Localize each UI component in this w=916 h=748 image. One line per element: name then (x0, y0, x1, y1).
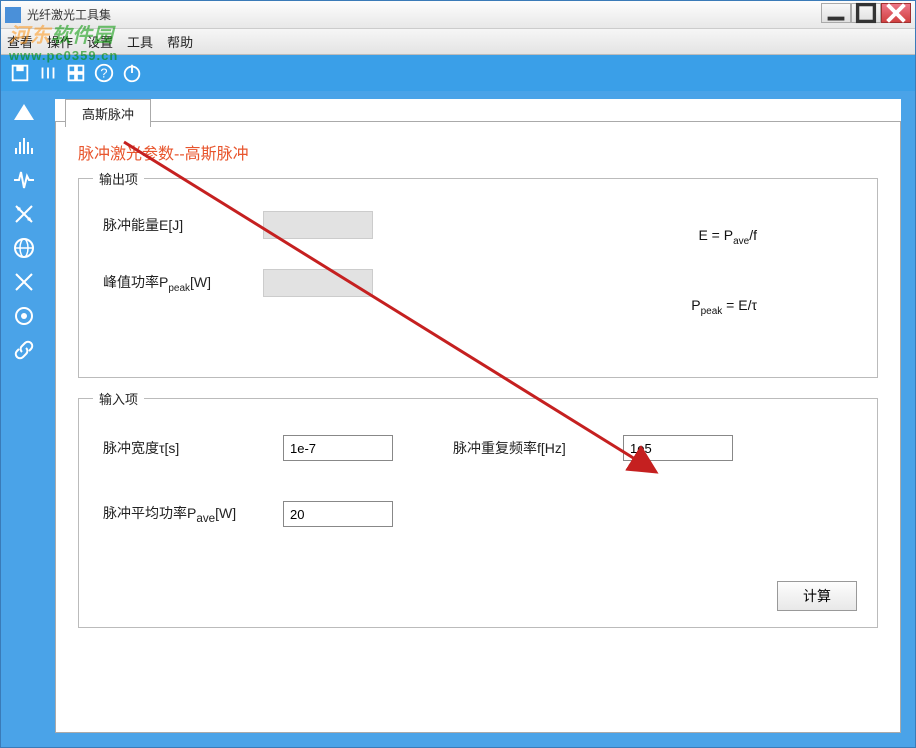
side-spectrum-button[interactable] (8, 131, 40, 161)
side-globe-button[interactable] (8, 233, 40, 263)
link-icon (12, 338, 36, 362)
output-fieldset: 输出项 脉冲能量E[J] E = Pave/f 峰值功率Ppeak[W] (78, 178, 878, 378)
menu-help[interactable]: 帮助 (167, 32, 193, 51)
tool-save-button[interactable] (7, 60, 33, 86)
maximize-icon (852, 0, 880, 27)
menu-tools[interactable]: 工具 (127, 32, 153, 51)
tool-help-button[interactable]: ? (91, 60, 117, 86)
side-triangle-button[interactable] (8, 97, 40, 127)
side-pulse-button[interactable] (8, 165, 40, 195)
help-icon: ? (93, 62, 115, 84)
expand-icon (12, 270, 36, 294)
tool-bars-button[interactable] (35, 60, 61, 86)
rep-freq-label: 脉冲重复频率f[Hz] (453, 438, 623, 458)
menubar: 查看 操作 设置 工具 帮助 (1, 29, 915, 55)
side-target-button[interactable] (8, 301, 40, 331)
calculate-button[interactable]: 计算 (777, 581, 857, 611)
input-legend: 输入项 (93, 389, 144, 408)
rep-freq-input[interactable] (623, 435, 733, 461)
side-cross-arrows-button[interactable] (8, 199, 40, 229)
power-icon (121, 62, 143, 84)
menu-operation[interactable]: 操作 (47, 32, 73, 51)
formula-peak: Ppeak = E/τ (691, 297, 757, 317)
peak-power-output (263, 269, 373, 297)
bars-icon (37, 62, 59, 84)
tool-power-button[interactable] (119, 60, 145, 86)
svg-text:?: ? (100, 66, 107, 81)
energy-output (263, 211, 373, 239)
globe-icon (12, 236, 36, 260)
app-window: 光纤激光工具集 查看 操作 设置 工具 帮助 ? (0, 0, 916, 748)
pulse-icon (12, 168, 36, 192)
output-legend: 输出项 (93, 169, 144, 188)
side-link-button[interactable] (8, 335, 40, 365)
toolbar: ? (1, 55, 915, 91)
menu-view[interactable]: 查看 (7, 32, 33, 51)
window-controls (821, 3, 911, 23)
cross-arrows-icon (12, 202, 36, 226)
peak-power-label: 峰值功率Ppeak[W] (103, 272, 263, 294)
input-fieldset: 输入项 脉冲宽度τ[s] 脉冲重复频率f[Hz] (78, 398, 878, 628)
triangle-icon (12, 100, 36, 124)
save-icon (9, 62, 31, 84)
app-icon (5, 7, 21, 23)
tab-panel: 高斯脉冲 脉冲激光参数--高斯脉冲 输出项 脉冲能量E[J] E = Pave/… (55, 99, 901, 733)
formula-energy: E = Pave/f (698, 227, 757, 247)
side-expand-button[interactable] (8, 267, 40, 297)
window-title: 光纤激光工具集 (27, 6, 111, 23)
spectrum-icon (12, 134, 36, 158)
tab-gaussian[interactable]: 高斯脉冲 (65, 99, 151, 127)
avg-power-input[interactable] (283, 501, 393, 527)
target-icon (12, 304, 36, 328)
menu-settings[interactable]: 设置 (87, 32, 113, 51)
close-button[interactable] (881, 3, 911, 23)
grid-icon (65, 62, 87, 84)
pulse-width-label: 脉冲宽度τ[s] (103, 438, 283, 458)
minimize-button[interactable] (821, 3, 851, 23)
body-area: 高斯脉冲 脉冲激光参数--高斯脉冲 输出项 脉冲能量E[J] E = Pave/… (1, 91, 915, 747)
panel-inner: 脉冲激光参数--高斯脉冲 输出项 脉冲能量E[J] E = Pave/f (55, 121, 901, 733)
tool-grid-button[interactable] (63, 60, 89, 86)
minimize-icon (822, 0, 850, 27)
energy-label: 脉冲能量E[J] (103, 215, 263, 235)
maximize-button[interactable] (851, 3, 881, 23)
section-title: 脉冲激光参数--高斯脉冲 (78, 140, 878, 164)
close-icon (882, 0, 910, 27)
pulse-width-input[interactable] (283, 435, 393, 461)
titlebar: 光纤激光工具集 (1, 1, 915, 29)
sidebar (1, 91, 47, 747)
content-area: 高斯脉冲 脉冲激光参数--高斯脉冲 输出项 脉冲能量E[J] E = Pave/… (47, 91, 915, 747)
avg-power-label: 脉冲平均功率Pave[W] (103, 503, 283, 525)
